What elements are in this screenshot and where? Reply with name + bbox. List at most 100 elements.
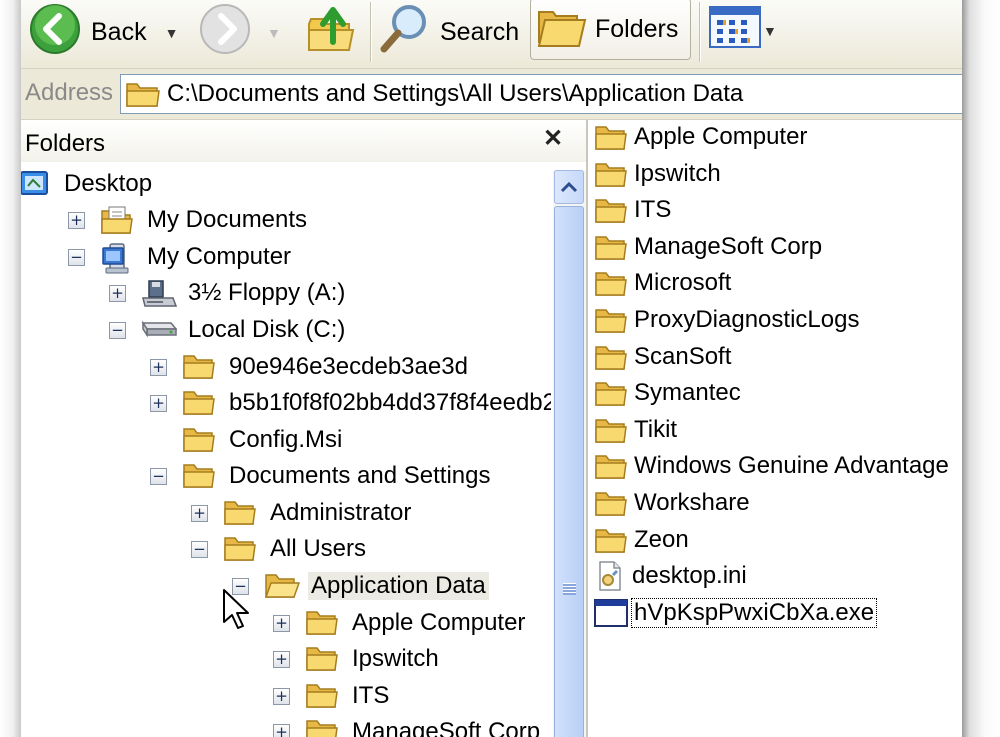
scrollbar-grip [563,583,576,595]
tree-item-label: Application Data [308,572,489,600]
folder-icon [182,352,216,380]
folder-icon [305,608,339,636]
forward-arrow-icon [199,3,251,62]
mouse-pointer-icon [222,588,252,637]
file-name: ManageSoft Corp [634,232,823,260]
expand-plus-icon[interactable]: + [273,724,290,737]
file-name: ProxyDiagnosticLogs [634,306,860,333]
folder-icon [182,388,216,416]
my-documents-icon [100,205,134,235]
folder-icon [594,379,628,407]
tree-item-label: All Users [270,535,367,562]
views-icon [709,6,761,55]
tree-item-label: Administrator [270,499,412,526]
folder-open-icon [264,571,300,599]
address-input[interactable]: C:\Documents and Settings\All Users\Appl… [120,74,962,114]
expand-plus-icon[interactable]: + [273,688,290,705]
tree-item-label: Apple Computer [352,609,526,636]
back-arrow-icon [29,3,81,62]
file-list-item[interactable]: Apple Computer [594,120,809,154]
folder-tree: Desktop + My Documents − My Computer +3½ Flop… [21,168,551,737]
file-name: hVpKspPwxiCbXa.exe [630,597,878,628]
back-button[interactable]: Back ▼ [29,3,178,62]
file-name: Microsoft [634,269,732,297]
folder-icon [594,233,628,261]
folder-icon [594,306,628,334]
file-name: ITS [634,196,672,224]
tree-item-label: ITS [352,682,390,709]
folder-icon [182,425,216,453]
file-name: Zeon [634,525,689,553]
expand-plus-icon[interactable]: + [68,212,85,229]
file-list-item[interactable]: ProxyDiagnosticLogs [594,303,861,337]
close-icon[interactable]: ✕ [543,124,563,153]
file-list-item[interactable]: ScanSoft [594,340,733,374]
file-name: Windows Genuine Advantage [634,452,949,480]
file-list-item[interactable]: ManageSoft Corp [594,230,824,264]
window-frame-right [962,0,1000,737]
collapse-minus-icon[interactable]: − [109,322,126,339]
expand-plus-icon[interactable]: + [109,285,126,302]
folder-icon [305,644,339,672]
file-name: Tikit [634,415,678,443]
file-name: Symantec [634,379,741,407]
file-list-item[interactable]: Workshare [594,486,752,520]
explorer-window: Back ▼ ▼ Search Folders ▼ Address C:\Doc… [21,0,962,737]
expand-plus-icon[interactable]: + [150,359,167,376]
file-list-item[interactable]: hVpKspPwxiCbXa.exe [594,596,878,630]
collapse-minus-icon[interactable]: − [150,468,167,485]
up-folder-icon [303,2,359,65]
up-folder-button[interactable] [303,2,359,65]
folder-icon [305,717,339,737]
expand-plus-icon[interactable]: + [273,651,290,668]
tree-scrollbar[interactable] [553,170,586,737]
folder-icon [182,461,216,489]
scroll-up-button[interactable] [554,170,584,204]
file-list-item[interactable]: Windows Genuine Advantage [594,449,951,483]
forward-button[interactable]: ▼ [199,3,281,62]
folders-button[interactable]: Folders [530,0,692,60]
settings-file-icon [594,560,626,592]
expand-plus-icon[interactable]: + [150,395,167,412]
toolbar-separator [699,2,700,62]
file-name: Apple Computer [634,123,808,150]
folders-label: Folders [595,14,679,43]
folder-icon [125,80,161,108]
tree-item-label: b5b1f0f8f02bb4dd37f8f4eedb2b [229,389,551,416]
file-name: Ipswitch [634,159,721,187]
file-list-item[interactable]: Tikit [594,413,679,447]
folders-pane-title: Folders [25,130,106,157]
tree-item-label: My Computer [147,243,292,270]
file-list-item[interactable]: Zeon [594,523,691,557]
folder-icon [594,196,628,224]
file-list-item[interactable]: desktop.ini [594,559,749,593]
back-dropdown-arrow-icon[interactable]: ▼ [165,25,179,41]
collapse-minus-icon[interactable]: − [191,541,208,558]
folders-pane: Folders ✕ Desktop + My Documents − My Comput… [21,120,588,737]
file-list-item[interactable]: Symantec [594,376,743,410]
expand-plus-icon[interactable]: + [273,615,290,632]
folder-icon [594,526,628,554]
expand-plus-icon[interactable]: + [191,505,208,522]
file-list-item[interactable]: Ipswitch [594,157,723,191]
scrollbar-thumb[interactable] [554,206,584,737]
views-dropdown-arrow-icon[interactable]: ▼ [763,23,777,39]
tree-item-label: ManageSoft Corp [352,718,541,737]
tree-item-label: Documents and Settings [229,462,491,489]
folder-icon [223,498,257,526]
search-button[interactable]: Search [378,2,519,63]
address-bar: Address C:\Documents and Settings\All Us… [21,69,962,120]
views-button[interactable]: ▼ [709,6,777,55]
back-label: Back [91,18,147,46]
file-list-item[interactable]: Microsoft [594,266,733,300]
file-list-item[interactable]: ITS [594,193,673,227]
address-path: C:\Documents and Settings\All Users\Appl… [167,80,744,107]
tree-item-label: Local Disk (C:) [188,316,346,343]
search-label: Search [440,18,520,46]
floppy-drive-icon [141,278,177,310]
hard-disk-icon [141,315,177,341]
file-list: Apple Computer Ipswitch ITS ManageSoft Corp… [588,120,962,737]
desktop-icon [21,169,51,201]
forward-dropdown-arrow-icon[interactable]: ▼ [267,25,281,41]
collapse-minus-icon[interactable]: − [68,249,85,266]
